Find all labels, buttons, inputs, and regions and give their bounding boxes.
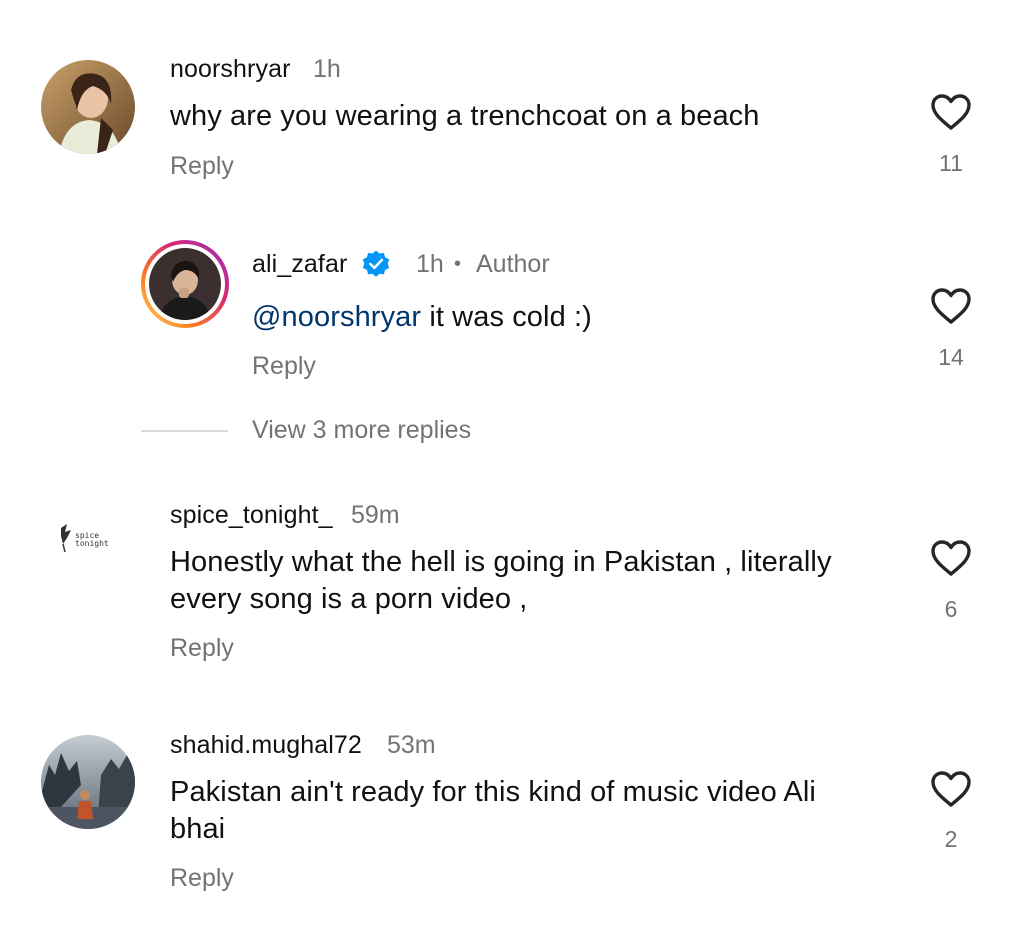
comment-username[interactable]: ali_zafar: [252, 250, 347, 279]
verified-badge-icon: [362, 250, 390, 277]
reply-button[interactable]: Reply: [252, 352, 316, 381]
avatar[interactable]: [41, 60, 135, 154]
heart-outline-icon[interactable]: [930, 770, 972, 808]
comment-text-line1: Pakistan ain't ready for this kind of mu…: [170, 776, 816, 808]
comment-timestamp: 59m: [351, 501, 400, 529]
comment-username[interactable]: noorshryar: [170, 55, 291, 84]
comment-text-line2: bhai: [170, 813, 226, 845]
heart-outline-icon[interactable]: [930, 539, 972, 577]
comment-text-line1: Honestly what the hell is going in Pakis…: [170, 546, 832, 578]
author-label: Author: [476, 250, 550, 278]
avatar[interactable]: spice tonight: [41, 500, 135, 594]
story-ring[interactable]: [141, 240, 229, 328]
avatar[interactable]: [41, 735, 135, 829]
comment-text-rest: it was cold :): [421, 301, 592, 333]
replies-divider: [141, 430, 228, 432]
like-count: 11: [939, 150, 963, 176]
heart-outline-icon[interactable]: [930, 93, 972, 131]
reply-button[interactable]: Reply: [170, 864, 234, 893]
reply-button[interactable]: Reply: [170, 634, 234, 663]
comment-text: why are you wearing a trenchcoat on a be…: [170, 100, 760, 132]
comment-timestamp: 53m: [387, 731, 436, 759]
comment-username[interactable]: shahid.mughal72: [170, 731, 362, 760]
view-more-replies-button[interactable]: View 3 more replies: [252, 416, 471, 445]
comment-username[interactable]: spice_tonight_: [170, 501, 333, 530]
comment-timestamp: 1h: [416, 250, 444, 278]
meta-separator: •: [454, 253, 462, 275]
comment-text: @noorshryar it was cold :): [252, 299, 592, 336]
like-count: 14: [938, 344, 964, 370]
logo-text-line2: tonight: [75, 539, 109, 548]
comment-timestamp: 1h: [313, 55, 341, 83]
reply-button[interactable]: Reply: [170, 152, 234, 181]
heart-outline-icon[interactable]: [930, 287, 972, 325]
like-count: 6: [944, 596, 958, 622]
avatar: [149, 248, 221, 320]
comment-text-line2: every song is a porn video ,: [170, 583, 528, 615]
spice-tonight-logo: spice tonight: [61, 524, 109, 553]
mention-link[interactable]: @noorshryar: [252, 301, 421, 333]
like-count: 2: [944, 826, 958, 852]
